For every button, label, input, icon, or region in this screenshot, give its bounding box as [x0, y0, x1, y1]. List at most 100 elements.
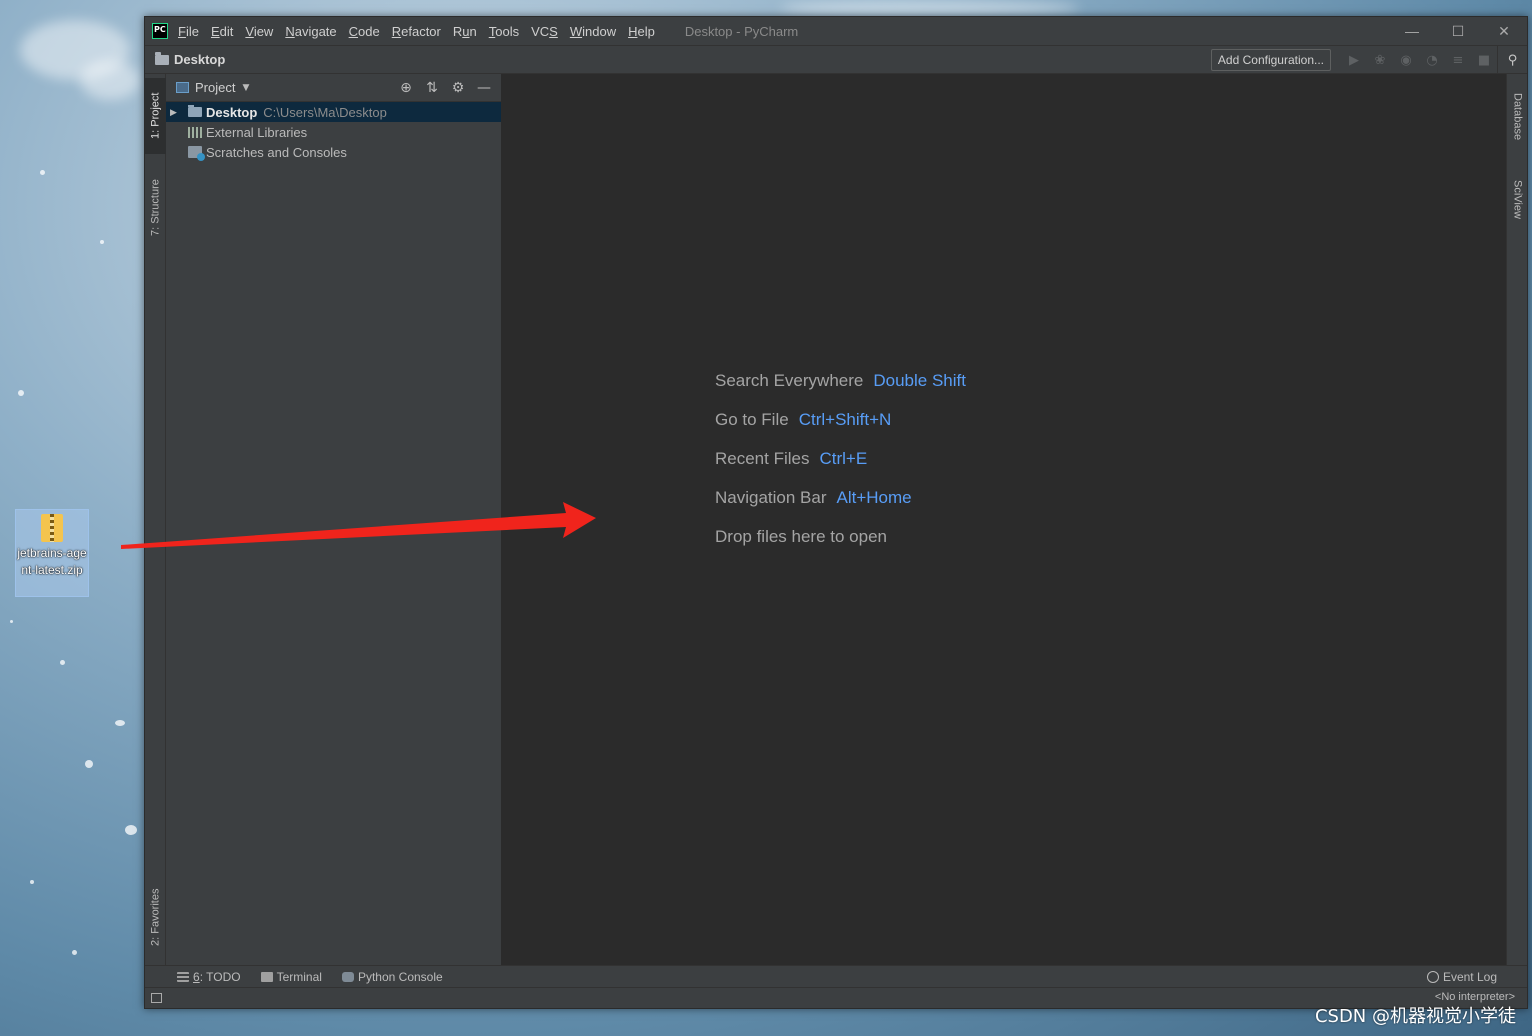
- project-panel-header: Project ▼ ⊕ ⇅ ⚙ —: [166, 74, 501, 102]
- tab-sciview[interactable]: SciView: [1507, 168, 1528, 230]
- menu-item[interactable]: Tools: [489, 24, 519, 39]
- collapse-all-icon[interactable]: ⇅: [419, 80, 445, 96]
- hint-shortcut: Alt+Home: [836, 488, 912, 507]
- menu-item-text: iew: [253, 23, 274, 39]
- close-icon[interactable]: ✕: [1481, 17, 1527, 45]
- todo-button[interactable]: 6: TODO: [177, 970, 241, 984]
- gear-icon[interactable]: ⚙: [445, 80, 471, 96]
- menu-item[interactable]: Navigate: [285, 24, 336, 39]
- tree-item-external-libraries[interactable]: External Libraries: [166, 122, 501, 142]
- list-icon: [177, 971, 189, 982]
- menu-item[interactable]: View: [245, 24, 273, 39]
- tool-windows-toggle-icon[interactable]: [151, 993, 162, 1003]
- tree-item-label: Scratches and Consoles: [206, 144, 347, 160]
- terminal-icon: [260, 971, 273, 982]
- hint-label: Drop files here to open: [715, 527, 887, 546]
- menu-item-mnemonic: E: [210, 23, 220, 39]
- tab-favorites[interactable]: 2: Favorites: [145, 874, 166, 960]
- project-view-icon: [176, 82, 189, 93]
- background-snowflake: [18, 390, 24, 396]
- menu-item[interactable]: Code: [349, 24, 380, 39]
- menu-item-mnemonic: F: [178, 23, 186, 39]
- zip-archive-icon: [41, 514, 63, 542]
- event-log-label: Event Log: [1442, 969, 1497, 984]
- tab-sciview-label: SciView: [1511, 179, 1524, 219]
- menu-item[interactable]: VCS: [531, 24, 558, 39]
- menu-item-text: efactor: [401, 23, 441, 39]
- editor-hint: Navigation Bar Alt+Home: [715, 488, 966, 527]
- menu-item[interactable]: Run: [453, 24, 477, 39]
- python-console-label: Python Console: [357, 969, 443, 984]
- menu-item-text: ode: [358, 23, 380, 39]
- window-title: Desktop - PyCharm: [684, 23, 799, 39]
- library-icon: [188, 126, 202, 138]
- menu-item-mnemonic: S: [549, 23, 558, 39]
- editor-hint: Go to File Ctrl+Shift+N: [715, 410, 966, 449]
- profile-icon[interactable]: ◔: [1419, 46, 1445, 74]
- menu-item-text: dit: [219, 23, 234, 39]
- pycharm-window: PC File Edit View Navigate Code Refactor Run To…: [144, 16, 1528, 1009]
- title-bar: PC File Edit View Navigate Code Refactor Run To…: [145, 17, 1527, 45]
- editor-empty-hints: Search Everywhere Double Shift Go to File C…: [715, 371, 966, 566]
- background-snowflake: [125, 825, 137, 835]
- hide-panel-icon[interactable]: —: [471, 80, 497, 96]
- stop-icon[interactable]: ■: [1471, 46, 1497, 74]
- tab-database[interactable]: Database: [1507, 82, 1528, 152]
- locate-file-icon[interactable]: ⊕: [393, 80, 419, 96]
- terminal-button[interactable]: Terminal: [260, 970, 322, 984]
- editor-hint: Search Everywhere Double Shift: [715, 371, 966, 410]
- background-snowflake: [85, 760, 93, 768]
- tab-project[interactable]: 1: Project: [145, 78, 166, 154]
- add-configuration-button[interactable]: Add Configuration...: [1210, 49, 1331, 71]
- project-tool-window: Project ▼ ⊕ ⇅ ⚙ — ▶ Desktop C:\Users\Ma\…: [166, 74, 502, 965]
- background-snowflake: [10, 620, 13, 623]
- editor-hint: Recent Files Ctrl+E: [715, 449, 966, 488]
- breadcrumb-label: Desktop: [174, 52, 226, 67]
- editor-area[interactable]: Search Everywhere Double Shift Go to File C…: [502, 74, 1506, 965]
- tree-item-desktop[interactable]: ▶ Desktop C:\Users\Ma\Desktop: [166, 102, 501, 122]
- maximize-icon[interactable]: ☐: [1435, 17, 1481, 45]
- hint-label: Search Everywhere: [715, 371, 864, 390]
- menu-item-mnemonic: C: [348, 23, 359, 39]
- menu-item-text: indow: [582, 23, 617, 39]
- menu-item[interactable]: Refactor: [392, 24, 441, 39]
- search-icon[interactable]: ⚲: [1497, 46, 1527, 74]
- menu-item[interactable]: Edit: [211, 24, 233, 39]
- menu-item-mnemonic: R: [391, 23, 402, 39]
- right-tool-strip: Database SciView: [1506, 74, 1527, 965]
- menu-item[interactable]: Window: [570, 24, 616, 39]
- expand-arrow-icon[interactable]: ▶: [170, 107, 182, 118]
- menu-item-mnemonic: N: [285, 23, 295, 39]
- chevron-down-icon[interactable]: ▼: [242, 83, 249, 93]
- minimize-icon[interactable]: —: [1389, 17, 1435, 45]
- tab-structure[interactable]: 7: Structure: [145, 166, 166, 250]
- project-view-selector[interactable]: Project: [195, 80, 235, 95]
- tree-item-path: C:\Users\Ma\Desktop: [263, 104, 387, 120]
- watermark: CSDN @机器视觉小学徒: [1314, 1006, 1516, 1027]
- event-log-icon: [1426, 970, 1439, 983]
- pycharm-logo-icon: PC: [152, 23, 168, 39]
- event-log-button[interactable]: Event Log: [1426, 969, 1497, 984]
- menu-item-text: VC: [531, 23, 550, 39]
- run-icon[interactable]: ▶: [1341, 46, 1367, 74]
- tab-database-label: Database: [1511, 93, 1524, 141]
- hint-shortcut: Ctrl+Shift+N: [798, 410, 892, 429]
- menu-item-mnemonic: V: [245, 23, 254, 39]
- desktop-icon-label: jetbrains-agent-latest.zip: [17, 546, 87, 577]
- run-with-coverage-icon[interactable]: ◉: [1393, 46, 1419, 74]
- tab-project-label: 1: Project: [149, 92, 162, 140]
- debug-icon[interactable]: ❀: [1367, 46, 1393, 74]
- hint-shortcut: Double Shift: [873, 371, 966, 390]
- menu-item[interactable]: Help: [628, 24, 655, 39]
- folder-icon: [155, 51, 169, 65]
- background-snowflake: [115, 720, 125, 726]
- tree-item-scratches[interactable]: Scratches and Consoles: [166, 142, 501, 162]
- project-panel-tools: ⊕ ⇅ ⚙ —: [393, 74, 497, 102]
- tree-item-name: Desktop: [206, 104, 258, 120]
- breadcrumb[interactable]: Desktop: [155, 51, 226, 67]
- desktop-zip-file-icon[interactable]: jetbrains-agent-latest.zip: [15, 509, 89, 597]
- concurrency-icon[interactable]: ≡: [1445, 46, 1471, 74]
- menu-item[interactable]: File: [178, 24, 199, 39]
- project-tree: ▶ Desktop C:\Users\Ma\Desktop External L…: [166, 102, 501, 162]
- python-console-button[interactable]: Python Console: [341, 969, 443, 984]
